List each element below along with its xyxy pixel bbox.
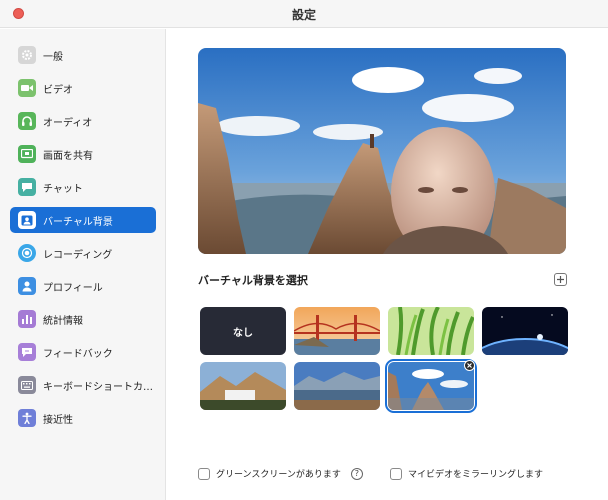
accessibility-icon: [18, 409, 36, 427]
grass-image: [388, 307, 474, 355]
green-screen-option[interactable]: グリーンスクリーンがあります ?: [198, 467, 363, 480]
mirror-video-option[interactable]: マイビデオをミラーリングします: [390, 467, 543, 480]
golden-gate-image: [294, 307, 380, 355]
sidebar-item-label: 一般: [43, 51, 63, 63]
sidebar-item-recording[interactable]: レコーディング: [10, 240, 156, 266]
sidebar-item-video[interactable]: ビデオ: [10, 75, 156, 101]
add-background-button[interactable]: [554, 273, 567, 286]
close-icon: [467, 363, 472, 368]
sidebar-item-label: レコーディング: [43, 249, 113, 261]
background-thumb-mountain-town[interactable]: [200, 362, 286, 410]
sidebar-item-label: キーボードショートカ…: [43, 381, 153, 393]
sidebar-item-label: チャット: [43, 183, 83, 195]
record-icon: [18, 244, 36, 262]
sidebar-item-label: ビデオ: [43, 84, 73, 96]
sidebar-item-profile[interactable]: プロフィール: [10, 273, 156, 299]
green-screen-label: グリーンスクリーンがあります: [216, 470, 341, 480]
none-label: なし: [233, 327, 253, 339]
background-thumb-none[interactable]: なし: [200, 307, 286, 355]
keyboard-icon: [18, 376, 36, 394]
mirror-video-label: マイビデオをミラーリングします: [408, 470, 544, 480]
person-portrait-icon: [18, 211, 36, 229]
sidebar-item-label: 接近性: [43, 414, 73, 426]
sidebar-item-chat[interactable]: チャット: [10, 174, 156, 200]
mountain-town-image: [200, 362, 286, 410]
mountain-lake-image: [294, 362, 380, 410]
sidebar-item-feedback[interactable]: フィードバック: [10, 339, 156, 365]
rocky-peak-image: [388, 362, 474, 410]
feedback-icon: [18, 343, 36, 361]
sidebar-item-general[interactable]: 一般: [10, 42, 156, 68]
background-thumb-mountain-lake[interactable]: [294, 362, 380, 410]
sidebar-item-label: フィードバック: [43, 348, 113, 360]
sidebar-item-label: 画面を共有: [43, 150, 93, 162]
earth-space-image: [482, 307, 568, 355]
user-icon: [18, 277, 36, 295]
background-thumb-earth[interactable]: [482, 307, 568, 355]
headphones-icon: [18, 112, 36, 130]
video-preview-image: [198, 48, 566, 254]
gear-icon: [18, 46, 36, 64]
window-title: 設定: [291, 8, 316, 22]
green-screen-checkbox[interactable]: [198, 467, 210, 480]
background-thumb-rocky-peak[interactable]: [385, 359, 477, 413]
sidebar-item-virtual-background[interactable]: バーチャル背景: [10, 207, 156, 233]
title-bar: 設定: [0, 0, 608, 28]
section-title: バーチャル背景を選択: [198, 274, 308, 287]
video-preview: [198, 48, 566, 254]
sidebar: 一般 ビデオ オーディオ 画面を共有 チャット バーチャル背景 レコーディング …: [0, 29, 166, 500]
share-screen-icon: [18, 145, 36, 163]
background-thumb-golden-gate[interactable]: [294, 307, 380, 355]
sidebar-item-statistics[interactable]: 統計情報: [10, 306, 156, 332]
sidebar-item-share-screen[interactable]: 画面を共有: [10, 141, 156, 167]
plus-icon: [557, 276, 564, 283]
delete-background-button[interactable]: [464, 360, 475, 371]
background-thumb-grass[interactable]: [388, 307, 474, 355]
mirror-video-checkbox[interactable]: [390, 467, 402, 480]
sidebar-item-audio[interactable]: オーディオ: [10, 108, 156, 134]
video-camera-icon: [18, 79, 36, 97]
help-icon[interactable]: ?: [350, 467, 363, 480]
sidebar-item-keyboard-shortcuts[interactable]: キーボードショートカ…: [10, 372, 156, 398]
sidebar-item-label: バーチャル背景: [43, 216, 113, 228]
sidebar-item-accessibility[interactable]: 接近性: [10, 405, 156, 431]
sidebar-item-label: 統計情報: [43, 315, 83, 327]
chat-bubble-icon: [18, 178, 36, 196]
sidebar-item-label: プロフィール: [43, 282, 103, 294]
sidebar-item-label: オーディオ: [43, 117, 93, 129]
bar-chart-icon: [18, 310, 36, 328]
